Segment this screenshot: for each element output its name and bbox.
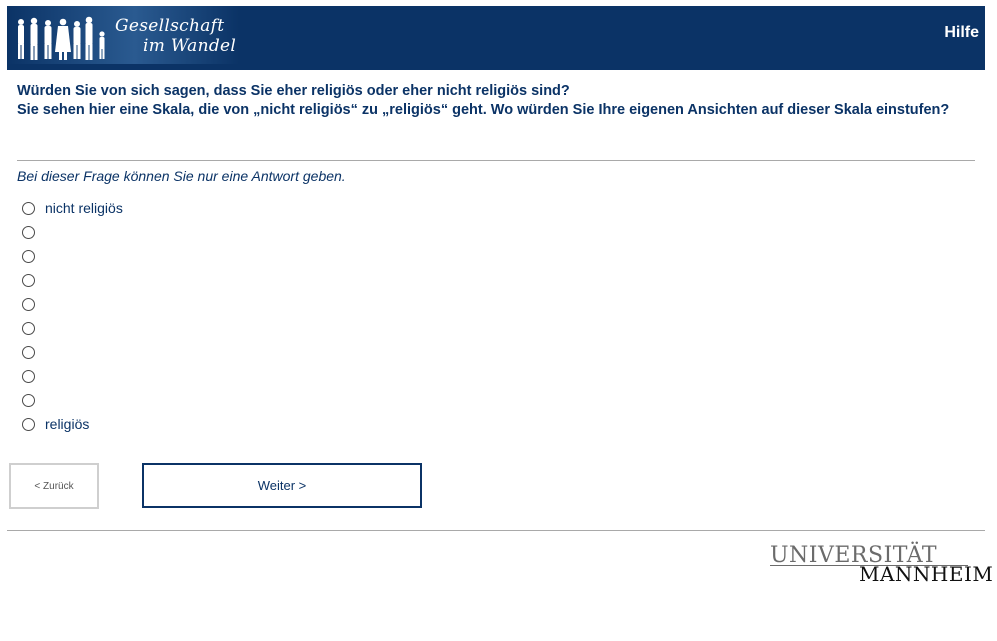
universitaet-mannheim-logo: UNIVERSITÄT MANNHEIM (770, 543, 993, 586)
footer-divider (7, 530, 985, 531)
answer-instruction: Bei dieser Frage können Sie nur eine Ant… (17, 168, 346, 184)
back-button[interactable]: < Zurück (9, 463, 99, 509)
radio-button[interactable] (22, 417, 35, 431)
option-3[interactable] (22, 244, 123, 268)
option-1[interactable]: nicht religiös (22, 196, 123, 220)
answer-scale: nicht religiös religiös (22, 196, 123, 436)
radio-button[interactable] (22, 345, 35, 359)
uni-logo-bottom: MANNHEIM (859, 562, 994, 586)
radio-button[interactable] (22, 321, 35, 335)
logo-text-line2: im Wandel (143, 36, 237, 56)
radio-button[interactable] (22, 369, 35, 383)
question-text: Würden Sie von sich sagen, dass Sie eher… (17, 82, 957, 120)
option-4[interactable] (22, 268, 123, 292)
option-label[interactable]: nicht religiös (45, 200, 123, 216)
radio-button[interactable] (22, 393, 35, 407)
option-8[interactable] (22, 364, 123, 388)
option-7[interactable] (22, 340, 123, 364)
radio-button[interactable] (22, 297, 35, 311)
radio-button[interactable] (22, 273, 35, 287)
help-link[interactable]: Hilfe (944, 24, 979, 42)
next-button[interactable]: Weiter > (142, 463, 422, 508)
option-5[interactable] (22, 292, 123, 316)
logo-text-line1: Gesellschaft (115, 16, 225, 36)
radio-button[interactable] (22, 201, 35, 215)
option-10[interactable]: religiös (22, 412, 123, 436)
option-9[interactable] (22, 388, 123, 412)
question-line2: Sie sehen hier eine Skala, die von „nich… (17, 102, 950, 118)
gesellschaft-im-wandel-logo: Gesellschaft im Wandel (7, 6, 239, 64)
option-2[interactable] (22, 220, 123, 244)
people-silhouettes-icon (18, 16, 105, 60)
option-label[interactable]: religiös (45, 416, 89, 432)
option-6[interactable] (22, 316, 123, 340)
divider (17, 160, 975, 161)
radio-button[interactable] (22, 249, 35, 263)
question-line1: Würden Sie von sich sagen, dass Sie eher… (17, 83, 570, 99)
radio-button[interactable] (22, 225, 35, 239)
